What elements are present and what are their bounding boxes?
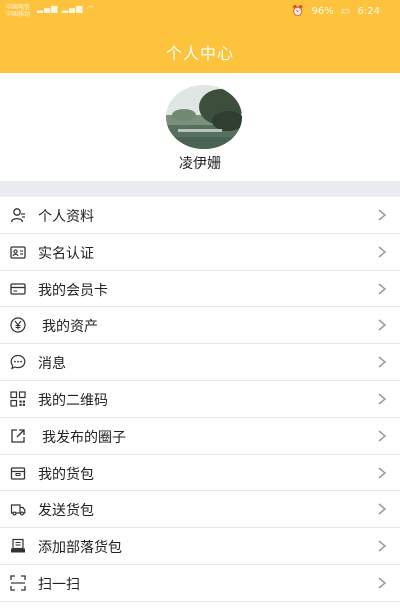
chevron-right-icon — [378, 283, 387, 295]
chevron-right-icon — [378, 540, 387, 552]
carrier-1: 中国电信 — [6, 4, 31, 11]
menu-label: 我的资产 — [42, 319, 98, 336]
menu-label: 实名认证 — [38, 245, 94, 262]
package-icon — [10, 466, 26, 480]
menu-item-profile[interactable]: 个人资料 — [0, 197, 400, 234]
menu-item-member-card[interactable]: 我的会员卡 — [0, 270, 400, 308]
page-title: 个人中心 — [165, 44, 234, 63]
chevron-right-icon — [378, 319, 387, 331]
chevron-right-icon — [378, 467, 387, 479]
chevron-right-icon — [378, 209, 387, 221]
clock: 6:24 — [357, 6, 380, 17]
menu-label: 我的会员卡 — [38, 282, 108, 299]
status-right: ⏰ 96% ▭ 6:24 — [288, 6, 380, 17]
message-icon — [10, 355, 26, 370]
chevron-right-icon — [378, 356, 387, 368]
header-bar: 中国电信 中国移动 ▂▄▆ ▂▄▆ ◠ ⏰ 96% ▭ 6:24 个人中心 — [0, 0, 400, 73]
alarm-icon: ⏰ — [291, 6, 305, 17]
qrcode-icon — [10, 391, 26, 407]
card-icon — [10, 282, 26, 295]
chevron-right-icon — [378, 503, 387, 515]
id-card-icon — [10, 246, 26, 259]
menu-label: 个人资料 — [38, 209, 94, 225]
user-icon — [10, 208, 25, 223]
menu-label: 我的二维码 — [38, 392, 108, 409]
menu-label: 扫一扫 — [38, 576, 80, 593]
menu-label: 添加部落货包 — [38, 540, 122, 557]
menu-label: 我的货包 — [38, 466, 94, 483]
profile-section: 凌伊姗 — [0, 73, 400, 181]
carrier-info: 中国电信 中国移动 ▂▄▆ ▂▄▆ ◠ — [6, 4, 95, 18]
chevron-right-icon — [378, 393, 387, 405]
carrier-2: 中国移动 — [6, 11, 31, 18]
section-divider — [0, 181, 400, 197]
menu-label: 消息 — [38, 356, 66, 373]
menu-item-my-packages[interactable]: 我的货包 — [0, 454, 400, 492]
menu-item-assets[interactable]: 我的资产 — [0, 307, 400, 345]
menu-item-send-package[interactable]: 发送货包 — [0, 491, 400, 529]
menu-item-qrcode[interactable]: 我的二维码 — [0, 380, 400, 418]
menu-item-add-tribe-package[interactable]: 添加部落货包 — [0, 528, 400, 565]
menu-label: 我发布的圈子 — [42, 429, 126, 446]
chevron-right-icon — [378, 577, 387, 589]
signal-icon: ▂▄▆ ▂▄▆ ◠ — [36, 4, 95, 13]
menu-item-realname[interactable]: 实名认证 — [0, 233, 400, 271]
scan-icon — [10, 575, 26, 591]
chevron-right-icon — [378, 246, 387, 258]
edit-icon — [11, 429, 25, 443]
menu-label: 发送货包 — [38, 503, 94, 520]
menu-item-scan[interactable]: 扫一扫 — [0, 564, 400, 602]
add-package-icon — [11, 539, 25, 553]
battery-level: 96% — [311, 6, 334, 17]
menu-item-my-posts[interactable]: 我发布的圈子 — [0, 417, 400, 455]
menu-item-messages[interactable]: 消息 — [0, 344, 400, 381]
avatar[interactable] — [166, 85, 242, 149]
battery-icon: ▭ — [340, 6, 351, 17]
menu-list: 个人资料 实名认证 我的会员卡 我的资产 消息 我的二维码 我发布的圈子 我的货… — [0, 197, 400, 602]
status-bar: 中国电信 中国移动 ▂▄▆ ▂▄▆ ◠ ⏰ 96% ▭ 6:24 — [0, 0, 400, 24]
username: 凌伊姗 — [179, 156, 221, 172]
yuan-icon — [10, 317, 26, 333]
chevron-right-icon — [378, 430, 387, 442]
truck-icon — [10, 504, 26, 516]
